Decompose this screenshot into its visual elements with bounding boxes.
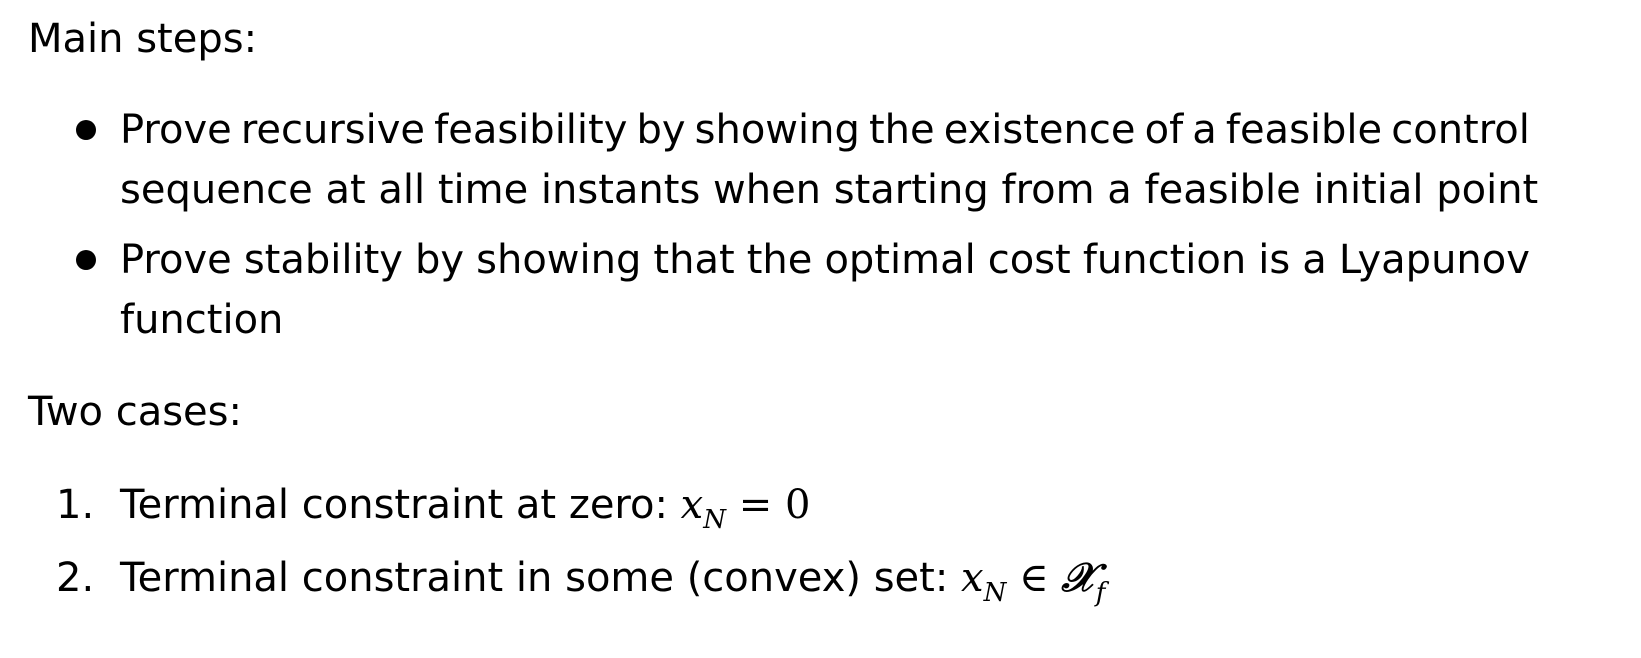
bullet-word: Prove [120,107,232,153]
bullet-word: feasibility [434,107,628,153]
bullet-word: a [1192,107,1217,153]
bullet-word: Prove [120,237,232,283]
math-subscript: N [983,578,1007,608]
bullet-word: of [1144,107,1184,153]
bullet-word: by [415,237,465,283]
math-variable: x [961,555,984,601]
bullet-icon [76,120,96,140]
bullet-item-recursive-feasibility: Prove recursive feasibility by showing the exi… [76,100,1539,220]
bullet-word: stability [243,237,403,283]
bullet-word: recursive [240,107,426,153]
bullet-line-1: Prove recursive feasibility by showing the exi… [120,100,1530,160]
math-relation: = [725,482,785,528]
bullet-icon [76,250,96,270]
bullet-word: the [868,107,935,153]
bullet-word: showing [694,107,860,153]
bullet-word: is [1258,237,1291,283]
case-number: 1. [56,482,95,528]
math-subscript: N [703,505,726,535]
bullet-line-2: function [120,297,284,343]
bullet-line-2: sequence at all time instants when start… [120,167,1539,213]
bullet-word: existence [943,107,1136,153]
math-variable: x [680,482,704,528]
math-relation: ∈ [1006,555,1062,601]
main-steps-heading: Main steps: [28,16,258,62]
bullet-word: by [636,107,686,153]
bullet-word: optimal [824,237,976,283]
bullet-word: Lyapunov [1338,237,1530,283]
bullet-line-1: Prove stability by showing that the optimal cos… [120,230,1530,290]
bullet-word: showing [476,237,642,283]
bullet-word: control [1391,107,1530,153]
bullet-word: a [1302,237,1327,283]
math-set: 𝒳 [1061,554,1096,601]
bullet-word: function [1082,237,1247,283]
math-rhs: 0 [784,482,811,528]
bullet-word: feasible [1225,107,1383,153]
case-item-terminal-set: 2. Terminal constraint in some (convex) s… [56,550,1105,611]
case-number: 2. [56,555,95,601]
bullet-word: the [746,237,813,283]
bullet-word: cost [987,237,1071,283]
bullet-item-stability: Prove stability by showing that the optimal cos… [76,230,1530,350]
math-set-subscript: f [1095,578,1106,608]
bullet-word: that [653,237,735,283]
case-text: Terminal constraint at zero: [120,482,681,528]
case-item-terminal-zero: 1. Terminal constraint at zero: xN = 0 [56,477,810,538]
slide: Main steps: Prove recursive feasibility by s… [0,0,1641,658]
two-cases-heading: Two cases: [28,389,242,435]
case-text: Terminal constraint in some (convex) set… [120,555,962,601]
